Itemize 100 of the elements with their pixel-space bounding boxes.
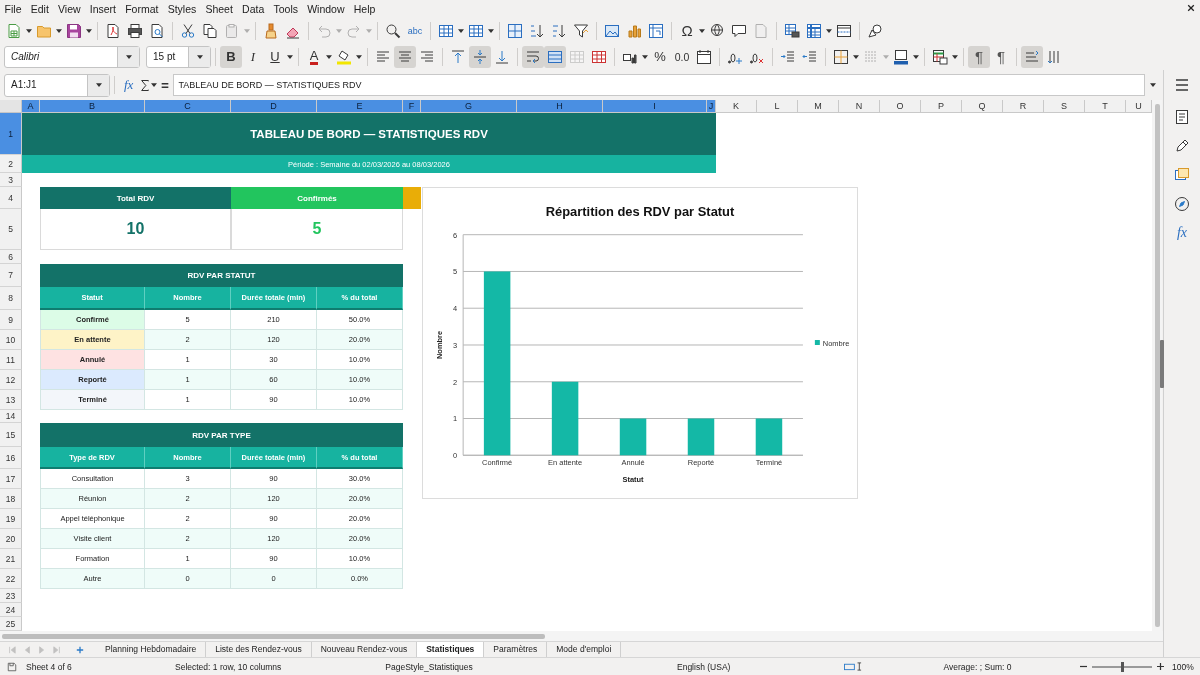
column-header[interactable]: L — [757, 100, 798, 113]
column-header[interactable]: D — [231, 100, 317, 113]
compass-icon[interactable] — [1174, 196, 1190, 212]
menu-item[interactable]: Data — [237, 0, 269, 18]
caret-icon[interactable] — [853, 55, 859, 59]
caret-icon[interactable] — [95, 83, 102, 87]
column-header[interactable]: K — [716, 100, 757, 113]
menu-icon[interactable] — [1174, 77, 1190, 93]
sum-icon[interactable] — [140, 78, 151, 92]
column-header[interactable]: G — [421, 100, 517, 113]
column-header[interactable]: U — [1126, 100, 1152, 113]
menu-item[interactable]: Window — [302, 0, 350, 18]
caret-icon[interactable] — [125, 55, 132, 59]
merge-center-button[interactable] — [544, 46, 566, 68]
row-header[interactable]: 3 — [0, 173, 22, 187]
caret-icon[interactable] — [196, 55, 203, 59]
row-header[interactable]: 21 — [0, 549, 22, 569]
splitter-handle[interactable] — [1160, 340, 1164, 388]
italic-button[interactable]: I — [242, 46, 264, 68]
column-header[interactable]: P — [921, 100, 962, 113]
close-icon[interactable] — [1187, 4, 1195, 12]
percent-format-button[interactable]: % — [649, 46, 671, 68]
caret-icon[interactable] — [56, 29, 62, 33]
row-header[interactable]: 7 — [0, 264, 22, 287]
menu-item[interactable]: Tools — [268, 0, 303, 18]
row-header[interactable]: 25 — [0, 617, 22, 631]
caret-icon[interactable] — [642, 55, 648, 59]
bold-button[interactable]: B — [220, 46, 242, 68]
column-header[interactable]: S — [1044, 100, 1085, 113]
horizontal-scrollbar[interactable] — [0, 631, 1163, 641]
left-to-right-button[interactable]: ¶ — [968, 46, 990, 68]
spelling-button[interactable]: abc — [404, 20, 426, 42]
font-size-field[interactable]: 15 pt — [146, 46, 211, 68]
formula-input[interactable]: TABLEAU DE BORD — STATISTIQUES RDV — [173, 74, 1146, 96]
caret-icon[interactable] — [287, 55, 293, 59]
row-header[interactable]: 11 — [0, 350, 22, 370]
menu-item[interactable]: Styles — [163, 0, 201, 18]
menu-item[interactable]: Edit — [26, 0, 54, 18]
column-header[interactable]: I — [603, 100, 707, 113]
caret-icon[interactable] — [86, 29, 92, 33]
row-header[interactable]: 23 — [0, 589, 22, 603]
row-header[interactable]: 5 — [0, 209, 22, 250]
caret-icon[interactable] — [826, 29, 832, 33]
row-header[interactable]: 8 — [0, 287, 22, 310]
column-header[interactable]: O — [880, 100, 921, 113]
caret-icon[interactable] — [151, 83, 158, 87]
caret-icon[interactable] — [26, 29, 32, 33]
name-box[interactable]: A1:J1 — [4, 73, 110, 97]
menu-item[interactable]: File — [0, 0, 27, 18]
row-header[interactable]: 24 — [0, 603, 22, 617]
column-header[interactable]: N — [839, 100, 880, 113]
caret-icon[interactable] — [356, 55, 362, 59]
plus-icon[interactable] — [1157, 663, 1164, 670]
font-color-button[interactable]: A — [303, 46, 325, 68]
row-header[interactable]: 10 — [0, 330, 22, 350]
standard-format-button[interactable]: 0.0 — [671, 46, 693, 68]
row-header[interactable]: 16 — [0, 447, 22, 469]
row-header[interactable]: 22 — [0, 569, 22, 589]
slider-thumb[interactable] — [1121, 661, 1124, 672]
sheet-tab[interactable]: Statistiques — [417, 642, 485, 657]
row-header[interactable]: 9 — [0, 310, 22, 330]
caret-icon[interactable] — [699, 29, 705, 33]
scroll-thumb[interactable] — [1155, 104, 1160, 627]
text-direction-button[interactable] — [1021, 46, 1043, 68]
column-header[interactable]: H — [517, 100, 603, 113]
column-header[interactable]: B — [40, 100, 145, 113]
row-header[interactable]: 20 — [0, 529, 22, 549]
caret-icon[interactable] — [952, 55, 958, 59]
column-header[interactable]: C — [145, 100, 231, 113]
column-header[interactable]: F — [403, 100, 421, 113]
function-wizard-button[interactable]: fx — [121, 77, 137, 93]
caret-icon[interactable] — [1150, 83, 1157, 87]
menu-item[interactable]: Format — [120, 0, 164, 18]
row-header[interactable]: 1 — [0, 113, 22, 155]
font-name-field[interactable]: Calibri — [4, 46, 140, 68]
column-header[interactable]: Q — [962, 100, 1003, 113]
wrap-text-button[interactable] — [522, 46, 544, 68]
row-header[interactable]: 17 — [0, 469, 22, 489]
caret-icon[interactable] — [913, 55, 919, 59]
menu-item[interactable]: Insert — [85, 0, 121, 18]
row-header[interactable]: 18 — [0, 489, 22, 509]
special-character-button[interactable]: Ω — [676, 20, 698, 42]
minus-icon[interactable] — [1080, 663, 1087, 670]
row-header[interactable]: 6 — [0, 250, 22, 264]
sheet-tab[interactable]: Paramètres — [484, 642, 548, 657]
menu-item[interactable]: Help — [349, 0, 380, 18]
column-header[interactable]: E — [317, 100, 403, 113]
row-header[interactable]: 4 — [0, 187, 22, 209]
scroll-thumb[interactable] — [2, 634, 545, 639]
row-header[interactable]: 12 — [0, 370, 22, 390]
column-header[interactable]: A — [22, 100, 40, 113]
underline-button[interactable]: U — [264, 46, 286, 68]
sheet-tab[interactable]: Liste des Rendez-vous — [206, 642, 312, 657]
row-header[interactable]: 13 — [0, 390, 22, 410]
sheet-tab[interactable]: Planning Hebdomadaire — [96, 642, 207, 657]
row-header[interactable]: 15 — [0, 423, 22, 447]
pictures-icon[interactable] — [1174, 167, 1190, 183]
selection-mode-icon[interactable] — [843, 662, 862, 671]
list-page-icon[interactable] — [1174, 109, 1190, 125]
column-header[interactable]: T — [1085, 100, 1126, 113]
